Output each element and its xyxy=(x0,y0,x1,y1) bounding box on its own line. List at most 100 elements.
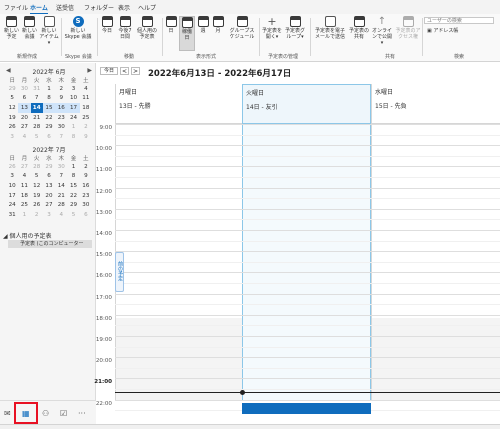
calendar-permissions-button[interactable]: 予定表のアクセス権 xyxy=(395,16,421,40)
today-ribbon-button[interactable]: 今日 xyxy=(100,16,114,34)
mini-calendar-day[interactable]: 7 xyxy=(55,172,67,182)
mini-calendar-day[interactable]: 29 xyxy=(67,200,79,210)
mini-calendar-day[interactable]: 22 xyxy=(43,113,55,123)
tab-help[interactable]: ヘルプ xyxy=(138,3,156,12)
next7-button[interactable]: 今後7日間 xyxy=(116,16,134,40)
mini-calendar-day[interactable]: 15 xyxy=(67,181,79,191)
chevron-right-icon[interactable]: ▶ xyxy=(87,67,92,74)
people-icon[interactable]: ⚇ xyxy=(42,409,49,418)
mini-calendar-day[interactable]: 17 xyxy=(6,191,18,201)
mini-calendar-day[interactable]: 1 xyxy=(18,210,30,220)
mini-calendar-day[interactable]: 10 xyxy=(67,94,79,104)
mini-calendar-day[interactable]: 2 xyxy=(55,84,67,94)
mini-calendar-day[interactable]: 22 xyxy=(67,191,79,201)
mini-calendar-day[interactable]: 25 xyxy=(18,200,30,210)
mini-calendar-day[interactable]: 2 xyxy=(31,210,43,220)
tab-send-receive[interactable]: 送受信 xyxy=(56,3,74,12)
mini-calendar-day[interactable]: 1 xyxy=(67,162,79,172)
share-calendar-button[interactable]: 予定表の共有 xyxy=(349,16,369,40)
mini-calendar-day[interactable]: 5 xyxy=(67,210,79,220)
group-schedule-button[interactable]: グループスケジュール xyxy=(228,16,256,40)
email-calendar-button[interactable]: 予定表を電子メールで送信 xyxy=(313,16,347,40)
mini-calendar-day[interactable]: 14 xyxy=(30,103,43,113)
mini-calendar-day[interactable]: 21 xyxy=(55,191,67,201)
mini-calendar-day[interactable]: 3 xyxy=(43,210,55,220)
next-button[interactable]: > xyxy=(131,67,140,75)
mini-calendar-day[interactable]: 27 xyxy=(18,122,30,132)
mini-calendar-day[interactable]: 31 xyxy=(6,210,18,220)
month-view-button[interactable]: 月 xyxy=(212,16,224,34)
mini-calendar-day[interactable]: 4 xyxy=(80,84,92,94)
tab-file[interactable]: ファイル xyxy=(4,3,28,12)
today-button[interactable]: 今日 xyxy=(100,67,119,75)
mini-calendar-day[interactable]: 26 xyxy=(31,200,43,210)
mini-calendar-day[interactable]: 2 xyxy=(80,162,92,172)
day-view-button[interactable]: 日 xyxy=(165,16,177,34)
day-header-tuesday[interactable]: 火曜日 14日 - 友引 xyxy=(242,84,371,124)
mini-calendar-day[interactable]: 9 xyxy=(55,94,67,104)
calendar-list-item[interactable]: 予定表 (このコンピューター xyxy=(8,240,92,248)
user-search-input[interactable]: ユーザーの検索 xyxy=(424,17,494,24)
mini-calendar-day[interactable]: 13 xyxy=(43,181,55,191)
mini-calendar-day[interactable]: 29 xyxy=(6,84,18,94)
mini-calendar-day[interactable]: 19 xyxy=(6,113,18,123)
day-header-wednesday[interactable]: 水曜日 15日 - 先負 xyxy=(371,84,500,124)
mini-calendar-day[interactable]: 12 xyxy=(6,103,18,113)
open-calendar-button[interactable]: + 予定表を開く▾ xyxy=(262,16,282,40)
chevron-left-icon[interactable]: ◀ xyxy=(6,67,11,74)
mini-calendar-day[interactable]: 4 xyxy=(18,172,30,182)
mini-calendar-day[interactable]: 16 xyxy=(55,103,68,113)
calendar-group-header[interactable]: ◢ 個人用の予定表 xyxy=(3,231,52,240)
new-appointment-button[interactable]: 新しい予定 xyxy=(3,16,20,40)
mini-calendar-day[interactable]: 27 xyxy=(18,162,30,172)
day-header-monday[interactable]: 月曜日 13日 - 先勝 xyxy=(115,84,242,124)
mini-calendar-day[interactable]: 6 xyxy=(80,210,92,220)
mini-calendar-day[interactable]: 27 xyxy=(43,200,55,210)
previous-appointment-tab[interactable]: 前の予定 xyxy=(115,252,124,292)
mini-calendar-day[interactable]: 7 xyxy=(55,132,67,142)
workweek-view-button[interactable]: 稼働日 xyxy=(179,16,195,51)
mini-calendar-day[interactable]: 23 xyxy=(80,191,92,201)
mini-calendar-day[interactable]: 3 xyxy=(6,172,18,182)
tab-home[interactable]: ホーム xyxy=(30,3,48,15)
mini-calendar-day[interactable]: 11 xyxy=(80,94,92,104)
mini-calendar-day[interactable]: 8 xyxy=(43,94,55,104)
new-item-button[interactable]: 新しいアイテム▾ xyxy=(39,16,59,46)
mini-calendar-day[interactable]: 8 xyxy=(67,172,79,182)
mini-calendar-day[interactable]: 14 xyxy=(55,181,67,191)
mini-calendar-day[interactable]: 30 xyxy=(55,162,67,172)
mini-calendar-day[interactable]: 3 xyxy=(6,132,18,142)
mini-calendar-day[interactable]: 1 xyxy=(43,84,55,94)
address-book-button[interactable]: ▣ アドレス帳 xyxy=(427,27,458,34)
mini-calendar-day[interactable]: 2 xyxy=(80,122,92,132)
mini-calendar-day[interactable]: 30 xyxy=(18,84,30,94)
mini-calendar-day[interactable]: 11 xyxy=(18,181,30,191)
mini-calendar-day[interactable]: 7 xyxy=(31,94,43,104)
mini-calendar-day[interactable]: 29 xyxy=(43,122,55,132)
skype-meeting-button[interactable]: S 新しいSkype 会議 xyxy=(63,16,93,40)
mini-calendar-day[interactable]: 6 xyxy=(43,132,55,142)
mini-calendar-day[interactable]: 5 xyxy=(6,94,18,104)
mini-calendar-day[interactable]: 1 xyxy=(67,122,79,132)
mini-calendar-day[interactable]: 28 xyxy=(31,122,43,132)
tasks-icon[interactable]: ☑ xyxy=(60,409,67,418)
mini-calendar-day[interactable]: 4 xyxy=(55,210,67,220)
mini-calendar-day[interactable]: 21 xyxy=(31,113,43,123)
mini-calendar-day[interactable]: 5 xyxy=(31,172,43,182)
mini-calendar-day[interactable]: 9 xyxy=(80,172,92,182)
mini-calendar-day[interactable]: 30 xyxy=(80,200,92,210)
mini-calendar-day[interactable]: 12 xyxy=(31,181,43,191)
mini-calendar-day[interactable]: 25 xyxy=(80,113,92,123)
mini-calendar-day[interactable]: 13 xyxy=(18,103,31,113)
tab-view[interactable]: 表示 xyxy=(118,3,130,12)
mini-calendar-day[interactable]: 4 xyxy=(18,132,30,142)
mini-calendar-day[interactable]: 26 xyxy=(6,162,18,172)
mini-calendar-day[interactable]: 9 xyxy=(80,132,92,142)
mini-calendar-day[interactable]: 6 xyxy=(18,94,30,104)
mini-calendar-day[interactable]: 18 xyxy=(80,103,92,113)
mini-calendar-day[interactable]: 29 xyxy=(43,162,55,172)
mini-calendar-day[interactable]: 15 xyxy=(42,103,56,113)
mini-calendar-day[interactable]: 31 xyxy=(31,84,43,94)
mini-calendar-day[interactable]: 28 xyxy=(31,162,43,172)
mini-calendar-day[interactable]: 24 xyxy=(6,200,18,210)
